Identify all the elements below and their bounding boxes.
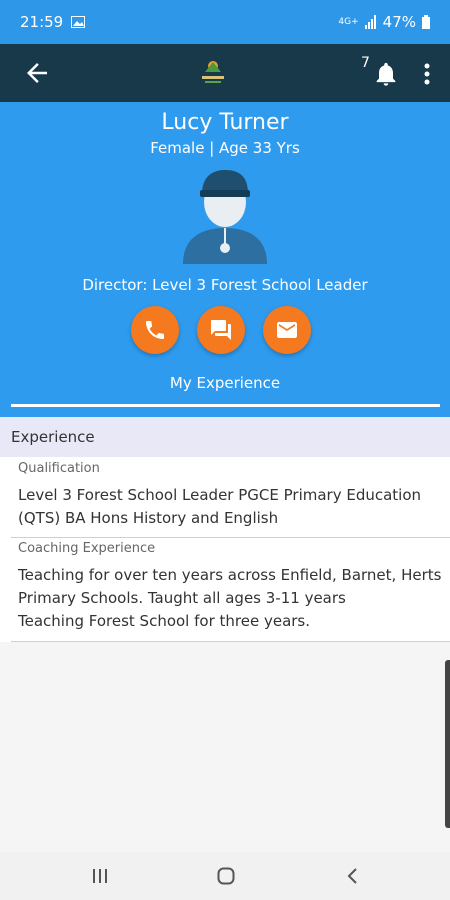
bell-icon[interactable]: [372, 60, 400, 88]
qualification-text: Level 3 Forest School Leader PGCE Primar…: [18, 486, 422, 527]
chat-button[interactable]: [197, 306, 245, 354]
home-icon[interactable]: [216, 866, 236, 886]
back-nav-icon[interactable]: [343, 866, 363, 886]
divider: [11, 641, 450, 642]
notification-count: 7: [361, 55, 370, 71]
arrow-back-icon[interactable]: [22, 58, 52, 88]
signal-icon: [364, 15, 376, 29]
app-bar: 7: [0, 44, 450, 102]
mail-button[interactable]: [263, 306, 311, 354]
coaching-experience-text: Teaching for over ten years across Enfie…: [18, 566, 442, 630]
profile-name: Lucy Turner: [161, 110, 289, 135]
status-time: 21:59: [20, 13, 64, 31]
profile-header: Lucy Turner Female | Age 33 Yrs Director…: [0, 102, 450, 417]
divider: [11, 537, 450, 538]
app-logo: [202, 61, 224, 83]
experience-header: Experience: [0, 417, 450, 457]
tab-my-experience[interactable]: My Experience: [0, 374, 450, 392]
coaching-experience-label: Coaching Experience: [18, 541, 156, 556]
recents-icon[interactable]: [90, 866, 110, 886]
battery-icon: [422, 15, 430, 29]
profile-role: Director: Level 3 Forest School Leader: [82, 276, 368, 294]
network-type: 4G+: [338, 16, 359, 27]
system-nav-bar: [0, 852, 450, 900]
experience-content: Qualification Level 3 Forest School Lead…: [0, 457, 450, 642]
more-vertical-icon[interactable]: [420, 60, 434, 88]
profile-subtitle: Female | Age 33 Yrs: [150, 139, 300, 157]
mail-icon: [277, 322, 297, 338]
status-bar: 21:59 4G+ 47%: [0, 0, 450, 44]
chat-icon: [211, 320, 231, 340]
qualification-section: Qualification Level 3 Forest School Lead…: [18, 461, 450, 530]
coaching-experience-section: Coaching Experience Teaching for over te…: [18, 541, 450, 633]
scroll-handle[interactable]: [445, 660, 450, 828]
battery-percent: 47%: [382, 13, 416, 31]
tab-indicator: [11, 404, 440, 407]
call-button[interactable]: [131, 306, 179, 354]
coach-avatar-icon: [183, 170, 267, 264]
gallery-notification-icon: [71, 16, 86, 28]
phone-icon: [146, 321, 164, 339]
qualification-label: Qualification: [18, 461, 100, 476]
